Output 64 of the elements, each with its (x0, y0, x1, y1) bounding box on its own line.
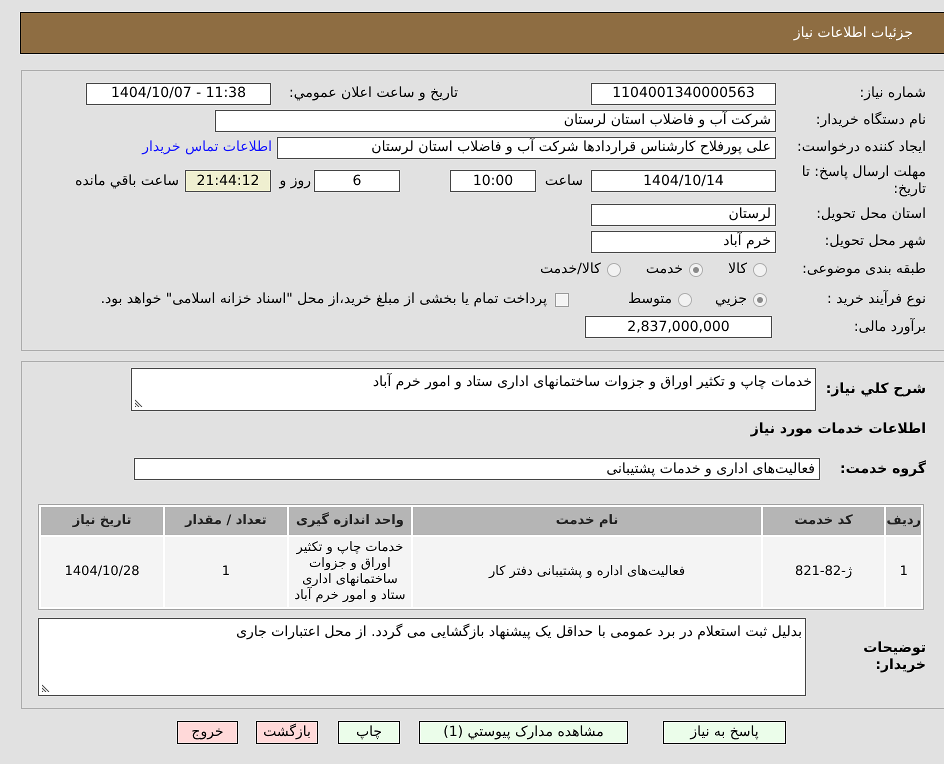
service-group-field[interactable]: فعالیت‌های اداری و خدمات پشتیبانی (134, 458, 820, 480)
action-button[interactable]: پاسخ به نیاز (663, 721, 786, 744)
category-label: طبقه بندی موضوعی: (802, 261, 926, 277)
radio-label: متوسط (628, 290, 672, 309)
action-button[interactable]: مشاهده مدارک پیوستي (1) (419, 721, 628, 744)
treasury-payment-label: پرداخت تمام یا بخشی از مبلغ خرید،از محل "اسناد خزانه اسلامی" خواهد بود. (100, 290, 548, 309)
radio-label: خدمت (646, 260, 684, 279)
column-header: تاریخ نیاز (41, 507, 164, 535)
column-header: نام خدمت (413, 507, 761, 535)
buyer-notes-label: توضیحات خریدار: (862, 640, 926, 674)
table-cell: 1404/10/28 (41, 537, 164, 607)
table-cell: فعالیت‌های اداره و پشتیبانی دفتر کار (413, 537, 761, 607)
table-cell: ژ-82-821 (762, 537, 884, 607)
radio-label: کالا (728, 260, 747, 279)
days-label: روز و (280, 172, 311, 188)
need-number-field[interactable]: 1104001340000563 (591, 82, 776, 104)
radio-button[interactable] (678, 292, 692, 306)
column-header: واحد اندازه گیری (288, 507, 412, 535)
buyer-notes-field[interactable]: بدلیل ثبت استعلام در برد عمومی با حداقل یک پیشنهاد بازگشایی می گردد. از محل اعتبارات جاری (38, 618, 806, 696)
radio-button[interactable] (753, 262, 767, 276)
deadline-date-field[interactable]: 1404/10/14 (591, 170, 776, 192)
remaining-time-label: ساعت باقي مانده (75, 172, 179, 190)
summary-label: شرح کلي نیاز: (826, 381, 926, 397)
announce-date-label: تاریخ و ساعت اعلان عمومي: (289, 85, 458, 101)
radio-button[interactable] (753, 292, 767, 306)
requester-field[interactable]: علی پورفلاح کارشناس قراردادها شرکت آب و فاضلاب استان لرستان (277, 136, 776, 158)
checkbox[interactable] (555, 292, 570, 306)
column-header: ردیف (886, 507, 921, 535)
resize-grip-icon[interactable] (135, 399, 143, 407)
requester-label: ایجاد کننده درخواست: (797, 139, 926, 155)
column-header: تعداد / مقدار (165, 507, 286, 535)
remaining-time-field[interactable]: 21:44:12 (185, 170, 271, 192)
summary-field[interactable]: خدمات چاپ و تکثیر اوراق و جزوات ساختمانهای اداری ستاد و امور خرم آباد (131, 368, 816, 411)
purchase-type-label: نوع فرآیند خرید : (827, 291, 926, 307)
radio-label: کالا/خدمت (540, 260, 601, 279)
page-title: جزئیات اطلاعات نیاز (794, 24, 913, 42)
days-field[interactable]: 6 (314, 170, 400, 192)
budget-label: برآورد مالی: (854, 318, 926, 334)
radio-button[interactable] (689, 262, 704, 276)
buyer-org-label: نام دستگاه خريدار: (816, 112, 926, 128)
section-title: اطلاعات خدمات مورد نیاز (750, 420, 926, 438)
announce-date-field[interactable]: 1404/10/07 - 11:38 (86, 82, 271, 104)
table-cell: 1 (886, 537, 921, 607)
budget-field[interactable]: 2,837,000,000 (585, 316, 772, 338)
province-field[interactable]: لرستان (591, 204, 776, 226)
buyer-contact-link[interactable]: اطلاعات تماس خريدار (142, 137, 272, 158)
table-cell: خدمات چاپ و تکثیر اوراق و جزوات ساختمانهای اداری ستاد و امور خرم آباد (288, 537, 412, 607)
action-button[interactable]: چاپ (338, 721, 400, 744)
table-cell: 1 (165, 537, 286, 607)
action-button[interactable]: بازگشت (256, 721, 318, 744)
action-button[interactable]: خروج (177, 721, 238, 744)
need-number-label: شماره نیاز: (860, 85, 926, 101)
deadline-label: مهلت ارسال پاسخ: تا تاریخ: (800, 164, 926, 198)
city-label: شهر محل تحویل: (824, 233, 926, 249)
buyer-org-field[interactable]: شرکت آب و فاضلاب استان لرستان (215, 110, 776, 132)
resize-grip-icon[interactable] (42, 684, 50, 692)
city-field[interactable]: خرم آباد (591, 230, 776, 252)
deadline-time-field[interactable]: 10:00 (450, 170, 536, 192)
province-label: استان محل تحویل: (816, 206, 926, 222)
column-header: کد خدمت (762, 507, 884, 535)
service-group-label: گروه خدمت: (840, 460, 926, 476)
radio-button[interactable] (606, 262, 621, 276)
time-label: ساعت (544, 172, 583, 188)
radio-label: جزيي (715, 290, 747, 309)
